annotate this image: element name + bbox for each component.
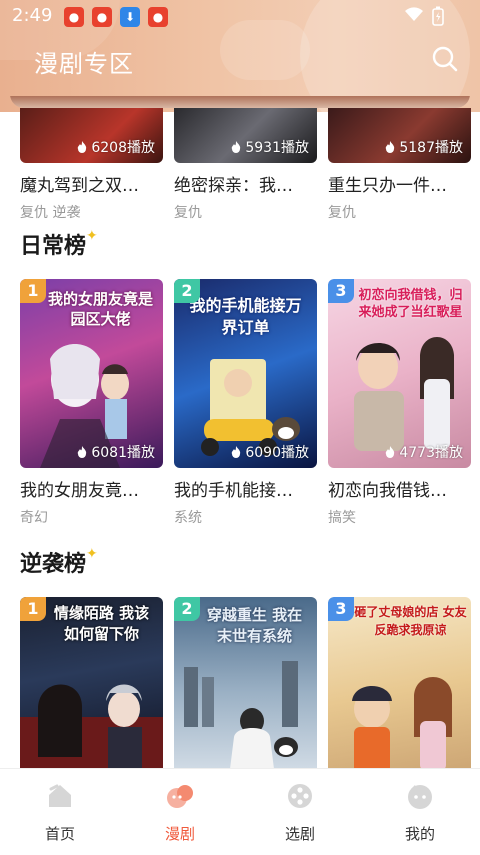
- drama-card[interactable]: 我的手机能接万界订单 2 6090播放 我的手机能接… 系统: [174, 279, 317, 527]
- drama-card[interactable]: 砸了丈母娘的店 女友反跪求我原谅 3: [328, 597, 471, 768]
- play-count: 6081播放: [76, 442, 155, 462]
- status-bar: 2:49 ● ● ⬇ ●: [0, 0, 480, 32]
- drama-title: 绝密探亲：我…: [174, 176, 293, 196]
- film-reel-icon: [288, 784, 312, 808]
- flame-icon: [232, 446, 241, 458]
- drama-card[interactable]: 6208播放 魔丸驾到之双… 复仇 逆袭: [20, 108, 163, 222]
- rank-badge: 3: [328, 597, 354, 621]
- cover-art: [354, 337, 454, 451]
- rank-badge: 1: [20, 597, 46, 621]
- play-count: 6208播放: [76, 137, 155, 157]
- nav-drama[interactable]: 漫剧: [140, 781, 220, 844]
- rank-badge: 2: [174, 597, 200, 621]
- app-notification-icon: ●: [148, 7, 168, 27]
- drama-tags: 复仇 逆袭: [20, 205, 81, 221]
- app-notification-icon: ●: [92, 7, 112, 27]
- drama-tags: 搞笑: [328, 510, 356, 526]
- play-count: 4773播放: [384, 442, 463, 462]
- drama-card[interactable]: 穿越重生 我在末世有系统 2: [174, 597, 317, 768]
- app-notification-icon: ●: [64, 7, 84, 27]
- drama-cover: 情缘陌路 我该如何留下你 1: [20, 597, 163, 768]
- nav-profile[interactable]: 我的: [380, 781, 460, 844]
- drama-title: 我的女朋友竟…: [20, 481, 139, 501]
- flame-icon: [232, 141, 241, 153]
- rank-badge: 1: [20, 279, 46, 303]
- flame-icon: [386, 446, 395, 458]
- nav-home[interactable]: 首页: [20, 781, 100, 844]
- drama-tags: 复仇: [328, 205, 356, 221]
- section-title-daily: 日常榜✦: [20, 228, 98, 259]
- home-icon: [49, 784, 71, 807]
- cover-art: [20, 684, 163, 768]
- download-icon: ⬇: [120, 7, 140, 27]
- flame-icon: [78, 446, 87, 458]
- drama-cover: 6208播放: [20, 108, 163, 163]
- bottom-nav: 首页 漫剧 选剧 我的: [0, 768, 480, 855]
- drama-cover: 初恋向我借钱，归来她成了当红歌星 3 4773播放: [328, 279, 471, 468]
- play-count: 5931播放: [230, 137, 309, 157]
- search-icon: [432, 46, 458, 72]
- drama-title: 魔丸驾到之双…: [20, 176, 139, 196]
- drama-title: 重生只办一件…: [328, 176, 447, 196]
- flame-icon: [386, 141, 395, 153]
- drama-cover: 我的女朋友竟是园区大佬 1 6081播放: [20, 279, 163, 468]
- drama-card[interactable]: 初恋向我借钱，归来她成了当红歌星 3 4773播放 初恋向我借钱… 搞笑: [328, 279, 471, 527]
- cover-art: [352, 677, 452, 768]
- drama-cover: 我的手机能接万界订单 2 6090播放: [174, 279, 317, 468]
- battery-icon: [432, 6, 444, 30]
- drama-card[interactable]: 我的女朋友竟是园区大佬 1 6081播放 我的女朋友竟… 奇幻: [20, 279, 163, 527]
- drama-title: 我的手机能接…: [174, 481, 293, 501]
- search-button[interactable]: [430, 44, 460, 74]
- status-time: 2:49: [12, 5, 53, 26]
- profile-icon: [408, 785, 432, 809]
- rank-badge: 3: [328, 279, 354, 303]
- nav-browse[interactable]: 选剧: [260, 781, 340, 844]
- cover-art: [201, 359, 300, 456]
- drama-cover: 5931播放: [174, 108, 317, 163]
- sparkle-icon: ✦: [86, 228, 98, 244]
- flame-icon: [78, 141, 87, 153]
- drama-cover: 5187播放: [328, 108, 471, 163]
- drama-tags: 系统: [174, 510, 202, 526]
- play-count: 5187播放: [384, 137, 463, 157]
- banner-edge: [10, 96, 470, 108]
- drama-card[interactable]: 5931播放 绝密探亲：我… 复仇: [174, 108, 317, 222]
- drama-tags: 奇幻: [20, 510, 48, 526]
- page-title: 漫剧专区: [34, 50, 134, 78]
- cover-art: [184, 661, 298, 768]
- rank-badge: 2: [174, 279, 200, 303]
- content-scroll[interactable]: 6208播放 魔丸驾到之双… 复仇 逆袭 5931播放 绝密探亲：我… 复仇 5…: [0, 96, 480, 768]
- app-screen: 2:49 ● ● ⬇ ● 漫剧专区 6208播放 魔丸驾到之双… 复仇 逆袭 5…: [0, 0, 480, 855]
- drama-cover: 砸了丈母娘的店 女友反跪求我原谅 3: [328, 597, 471, 768]
- play-count: 6090播放: [230, 442, 309, 462]
- wifi-icon: [404, 6, 424, 26]
- drama-cover: 穿越重生 我在末世有系统 2: [174, 597, 317, 768]
- drama-icon: [167, 785, 193, 808]
- drama-card[interactable]: 情缘陌路 我该如何留下你 1: [20, 597, 163, 768]
- sparkle-icon: ✦: [86, 546, 98, 562]
- drama-tags: 复仇: [174, 205, 202, 221]
- cover-art: [40, 344, 129, 468]
- drama-title: 初恋向我借钱…: [328, 481, 447, 501]
- drama-card[interactable]: 5187播放 重生只办一件… 复仇: [328, 108, 471, 222]
- section-title-comeback: 逆袭榜✦: [20, 546, 98, 577]
